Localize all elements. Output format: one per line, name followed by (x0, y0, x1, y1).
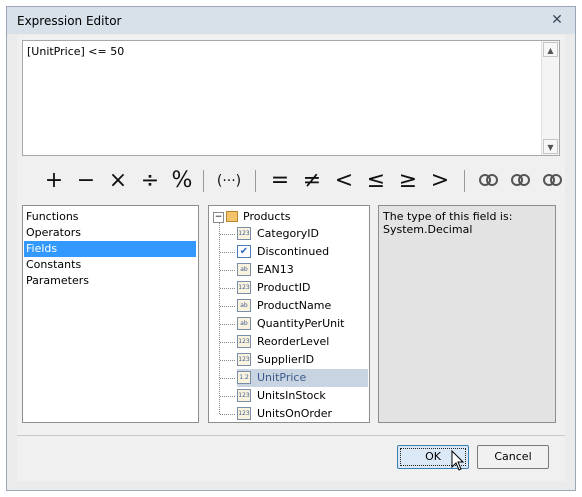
expression-text: [UnitPrice] <= 50 (27, 45, 125, 58)
tree-line (220, 306, 235, 307)
cancel-label: Cancel (494, 450, 532, 463)
table-icon (226, 211, 238, 222)
numeric-field-icon: 123 (237, 353, 251, 366)
numeric-field-icon: 123 (237, 335, 251, 348)
field-description: The type of this field is: System.Decima… (383, 210, 512, 236)
scroll-down-icon[interactable]: ▼ (543, 139, 558, 154)
expression-editor-window: Expression Editor ✕ [UnitPrice] <= 50 ▲ … (6, 6, 576, 491)
tree-root-label: Products (243, 210, 291, 223)
field-label: ProductName (257, 299, 332, 312)
tree-line (219, 220, 220, 414)
text-field-icon: ab (237, 317, 251, 330)
title-bar: Expression Editor ✕ (7, 7, 575, 34)
tree-line (220, 288, 235, 289)
less-than-button[interactable]: < (330, 164, 358, 198)
modulo-button[interactable]: % (168, 164, 196, 198)
tree-line (220, 324, 235, 325)
less-or-equal-button[interactable]: ≤ (362, 164, 390, 198)
field-label: UnitPrice (257, 371, 307, 384)
numeric-field-icon: 123 (237, 389, 251, 402)
multiply-button[interactable]: × (104, 164, 132, 198)
numeric-field-icon: 123 (237, 407, 251, 420)
category-item-parameters[interactable]: Parameters (24, 273, 196, 289)
toolbar-separator (255, 170, 256, 192)
tree-line (220, 414, 235, 415)
brackets-button[interactable]: (···) (215, 164, 243, 198)
field-label: ReorderLevel (257, 335, 330, 348)
field-label: EAN13 (257, 263, 294, 276)
category-item-fields[interactable]: Fields (24, 241, 196, 257)
minus-button[interactable]: − (72, 164, 100, 198)
numeric-field-icon: 123 (237, 281, 251, 294)
field-node-unitprice[interactable]: 1.2 UnitPrice (220, 369, 368, 387)
and-venn-icon[interactable] (479, 174, 501, 188)
footer-divider (17, 435, 565, 436)
greater-than-button[interactable]: > (426, 164, 454, 198)
decimal-field-icon: 1.2 (237, 371, 251, 384)
description-line-1: The type of this field is: (383, 210, 513, 223)
tree-line (220, 396, 235, 397)
description-line-2: System.Decimal (383, 223, 473, 236)
dialog-content: [UnitPrice] <= 50 ▲ ▼ + − × ÷ % (···) = … (17, 35, 565, 481)
field-tree: − Products 123 CategoryID ✔ Discontinued a… (208, 205, 370, 423)
field-label: Discontinued (257, 245, 330, 258)
not-equals-button[interactable]: ≠ (298, 164, 326, 198)
description-panel: The type of this field is: System.Decima… (378, 205, 556, 423)
field-label: CategoryID (257, 227, 319, 240)
collapse-icon[interactable]: − (213, 212, 224, 223)
category-item-constants[interactable]: Constants (24, 257, 196, 273)
tree-line (220, 234, 235, 235)
scroll-up-icon[interactable]: ▲ (543, 42, 558, 57)
expression-input[interactable]: [UnitPrice] <= 50 ▲ ▼ (22, 40, 560, 156)
equals-button[interactable]: = (266, 164, 294, 198)
close-icon[interactable]: ✕ (545, 10, 569, 30)
not-venn-icon[interactable] (543, 174, 565, 188)
category-list: Functions Operators Fields Constants Par… (22, 205, 199, 423)
category-item-functions[interactable]: Functions (24, 209, 196, 225)
text-field-icon: ab (237, 299, 251, 312)
tree-line (220, 378, 235, 379)
vertical-scrollbar[interactable]: ▲ ▼ (541, 41, 559, 155)
plus-button[interactable]: + (40, 164, 68, 198)
text-field-icon: ab (237, 263, 251, 276)
operator-toolbar: + − × ÷ % (···) = ≠ < ≤ ≥ > (17, 164, 565, 198)
greater-or-equal-button[interactable]: ≥ (394, 164, 422, 198)
or-venn-icon[interactable] (511, 174, 533, 188)
category-item-operators[interactable]: Operators (24, 225, 196, 241)
tree-line (220, 270, 235, 271)
field-label: UnitsOnOrder (257, 407, 333, 420)
field-label: SupplierID (257, 353, 315, 366)
divide-button[interactable]: ÷ (136, 164, 164, 198)
tree-line (220, 360, 235, 361)
field-label: QuantityPerUnit (257, 317, 345, 330)
boolean-field-icon: ✔ (237, 245, 251, 258)
field-label: ProductID (257, 281, 311, 294)
field-label: UnitsInStock (257, 389, 326, 402)
tree-line (220, 252, 235, 253)
mouse-cursor-icon (451, 450, 465, 471)
numeric-field-icon: 123 (237, 227, 251, 240)
cancel-button[interactable]: Cancel (477, 445, 549, 469)
toolbar-separator (464, 170, 465, 192)
toolbar-separator (203, 170, 204, 192)
tree-line (220, 342, 235, 343)
window-title: Expression Editor (17, 14, 122, 28)
